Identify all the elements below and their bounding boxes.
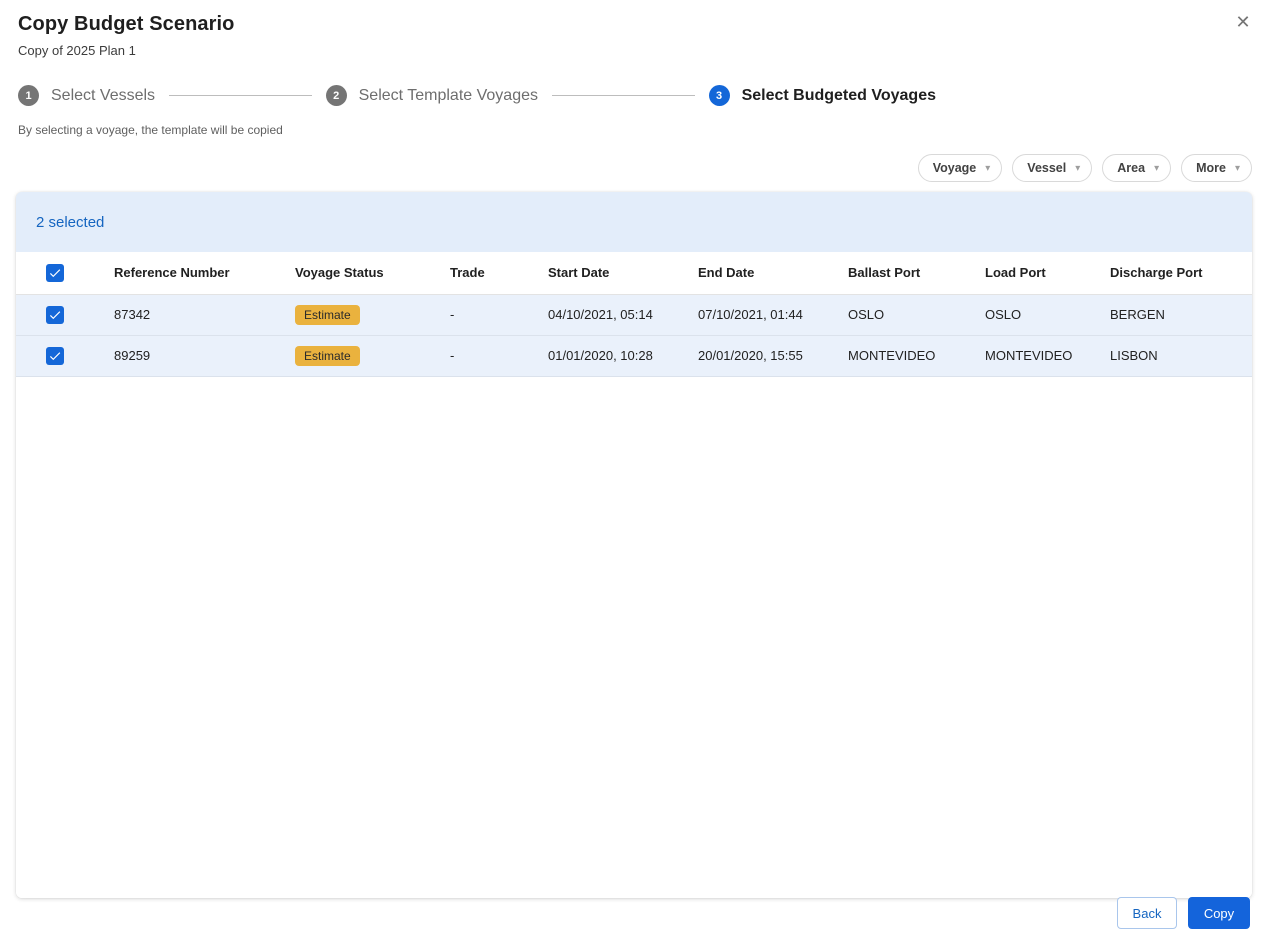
voyage-table: Reference Number Voyage Status Trade Sta…: [16, 252, 1252, 377]
chevron-down-icon: ▾: [1234, 162, 1240, 174]
cell-trade: -: [434, 335, 532, 377]
dialog-header: Copy Budget Scenario Copy of 2025 Plan 1…: [0, 0, 1268, 58]
select-all-checkbox[interactable]: [46, 263, 64, 282]
cell-start-date: 01/01/2020, 10:28: [532, 335, 682, 377]
cell-reference-number: 87342: [98, 294, 279, 336]
cell-discharge-port: BERGEN: [1094, 294, 1252, 336]
filter-area-label: Area: [1117, 161, 1146, 175]
cell-trade: -: [434, 294, 532, 336]
back-button[interactable]: Back: [1117, 897, 1177, 929]
checkmark-icon: [49, 351, 61, 360]
selection-bar: 2 selected: [16, 192, 1252, 252]
chevron-down-icon: ▾: [985, 162, 991, 174]
step-1-label: Select Vessels: [51, 86, 156, 104]
filter-vessel[interactable]: Vessel ▾: [1012, 154, 1093, 182]
cell-reference-number: 89259: [98, 335, 279, 377]
selection-count: 2 selected: [36, 213, 105, 231]
row-checkbox[interactable]: [46, 346, 64, 365]
dialog-subtitle: Copy of 2025 Plan 1: [18, 43, 136, 58]
page-title: Copy Budget Scenario: [18, 13, 235, 35]
cell-discharge-port: LISBON: [1094, 335, 1252, 377]
step-select-budgeted-voyages[interactable]: 3 Select Budgeted Voyages: [708, 85, 936, 106]
cell-start-date: 04/10/2021, 05:14: [532, 294, 682, 336]
table-row[interactable]: 89259 Estimate - 01/01/2020, 10:28 20/01…: [16, 335, 1252, 377]
column-header-reference-number: Reference Number: [98, 252, 279, 295]
cell-end-date: 07/10/2021, 01:44: [682, 294, 832, 336]
step-select-vessels[interactable]: 1 Select Vessels: [18, 85, 155, 106]
column-header-end-date: End Date: [682, 252, 832, 295]
status-badge: Estimate: [295, 304, 360, 325]
checkmark-icon: [49, 269, 61, 277]
checkmark-icon: [49, 310, 61, 319]
cell-ballast-port: MONTEVIDEO: [832, 335, 969, 377]
cell-ballast-port: OSLO: [832, 294, 969, 336]
filter-voyage[interactable]: Voyage ▾: [917, 154, 1003, 182]
table-header-row: Reference Number Voyage Status Trade Sta…: [16, 252, 1252, 295]
column-header-discharge-port: Discharge Port: [1094, 252, 1252, 295]
column-header-start-date: Start Date: [532, 252, 682, 295]
column-header-ballast-port: Ballast Port: [832, 252, 969, 295]
chevron-down-icon: ▾: [1154, 162, 1160, 174]
close-icon[interactable]: ✕: [1231, 11, 1255, 35]
copy-button[interactable]: Copy: [1188, 897, 1250, 929]
wizard-stepper: 1 Select Vessels 2 Select Template Voyag…: [18, 85, 936, 106]
filter-more-label: More: [1196, 161, 1226, 175]
cell-load-port: OSLO: [969, 294, 1094, 336]
row-checkbox[interactable]: [46, 305, 64, 324]
step-3-label: Select Budgeted Voyages: [741, 86, 936, 104]
column-header-voyage-status: Voyage Status: [279, 252, 434, 295]
cell-end-date: 20/01/2020, 15:55: [682, 335, 832, 377]
column-header-trade: Trade: [434, 252, 532, 295]
step-select-template-voyages[interactable]: 2 Select Template Voyages: [325, 85, 538, 106]
filter-more[interactable]: More ▾: [1181, 154, 1252, 182]
step-2-circle: 2: [325, 85, 347, 106]
table-empty-area: [16, 376, 1252, 898]
step-2-label: Select Template Voyages: [358, 86, 538, 104]
filter-voyage-label: Voyage: [932, 161, 977, 175]
footer-actions: Back Copy: [1117, 897, 1250, 929]
step-1-circle: 1: [18, 85, 39, 106]
table-row[interactable]: 87342 Estimate - 04/10/2021, 05:14 07/10…: [16, 294, 1252, 336]
step-connector: [552, 95, 695, 96]
filter-row: Voyage ▾ Vessel ▾ Area ▾ More ▾: [0, 154, 1252, 182]
helper-text: By selecting a voyage, the template will…: [18, 123, 283, 137]
voyage-table-panel: 2 selected Reference Number Voyage Statu…: [16, 192, 1252, 898]
step-3-circle: 3: [708, 85, 730, 106]
filter-vessel-label: Vessel: [1027, 161, 1067, 175]
chevron-down-icon: ▾: [1075, 162, 1081, 174]
filter-area[interactable]: Area ▾: [1102, 154, 1172, 182]
cell-load-port: MONTEVIDEO: [969, 335, 1094, 377]
status-badge: Estimate: [295, 345, 360, 366]
step-connector: [169, 95, 312, 96]
column-header-load-port: Load Port: [969, 252, 1094, 295]
